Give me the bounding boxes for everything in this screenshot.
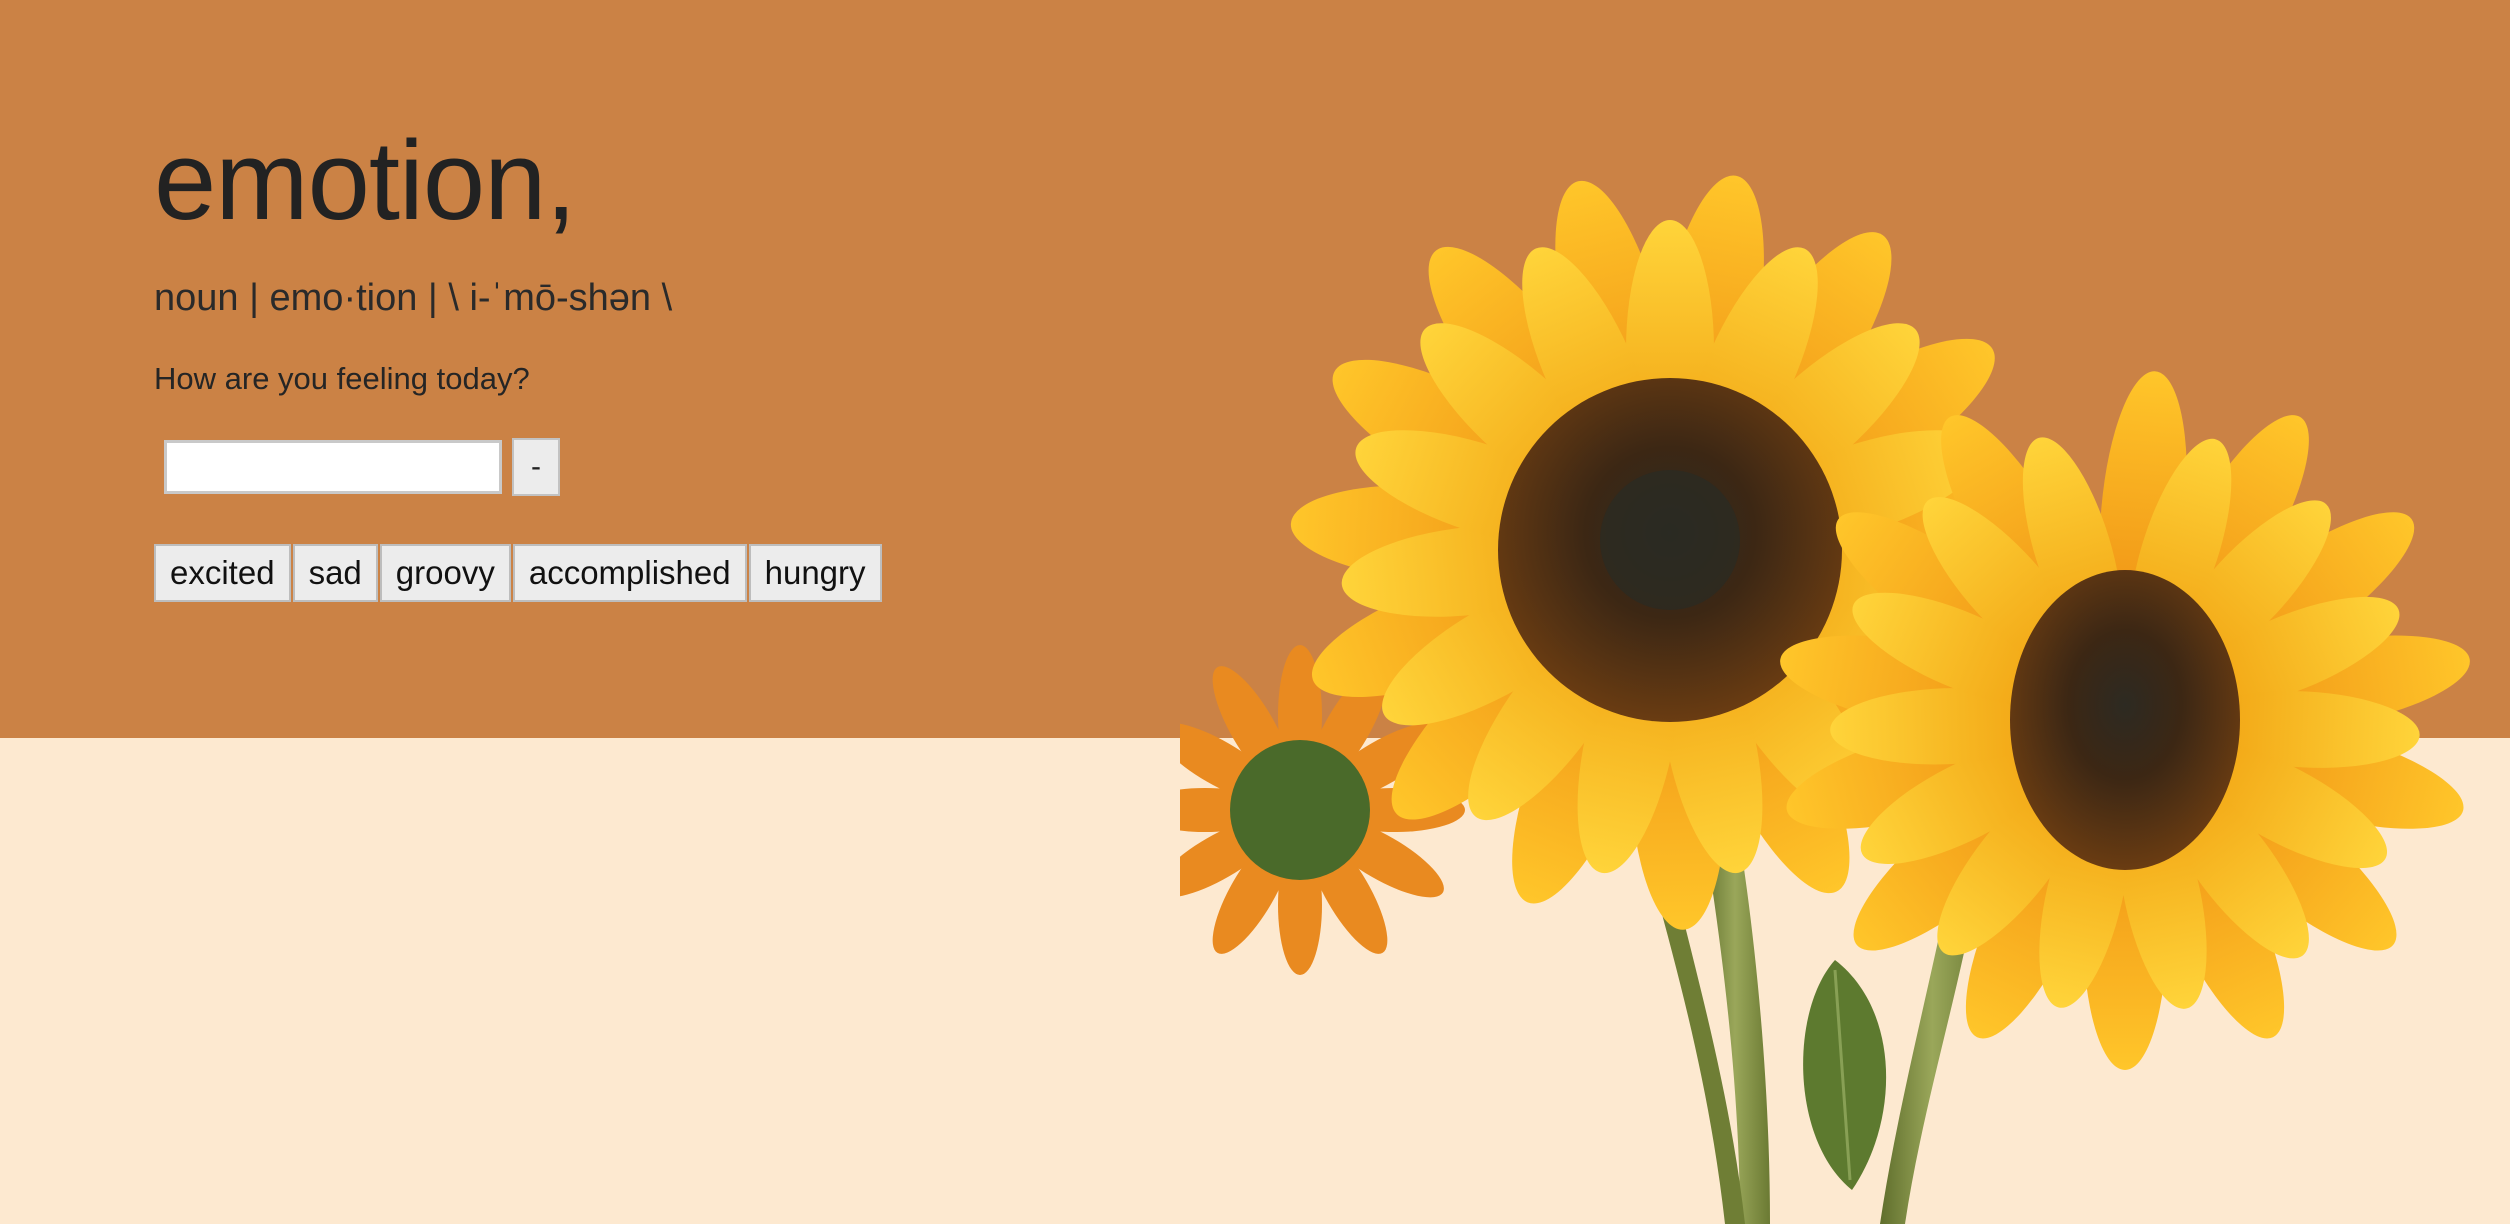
remove-button[interactable]: - — [512, 438, 560, 496]
page: emotion, noun | emo·tion | \ i-ˈmō-shən … — [0, 0, 2510, 1224]
feeling-input[interactable] — [164, 440, 502, 494]
entry-row: - — [164, 438, 884, 496]
emotion-buttons: excited sad groovy accomplished hungry — [154, 544, 884, 602]
emotion-button-accomplished[interactable]: accomplished — [512, 544, 747, 602]
sunflower-bouquet-illustration — [1180, 175, 2470, 1224]
word-title: emotion, — [154, 118, 577, 243]
emotion-button-hungry[interactable]: hungry — [748, 544, 882, 602]
emotion-button-groovy[interactable]: groovy — [379, 544, 511, 602]
pronunciation-line: noun | emo·tion | \ i-ˈmō-shən \ — [154, 277, 673, 319]
emotion-button-excited[interactable]: excited — [154, 544, 291, 602]
right-sunflower-center — [2010, 570, 2240, 870]
emotion-button-sad[interactable]: sad — [292, 544, 378, 602]
definition-panel: emotion, noun | emo·tion | \ i-ˈmō-shən … — [154, 125, 884, 602]
feeling-question: How are you feeling today? — [154, 361, 530, 396]
